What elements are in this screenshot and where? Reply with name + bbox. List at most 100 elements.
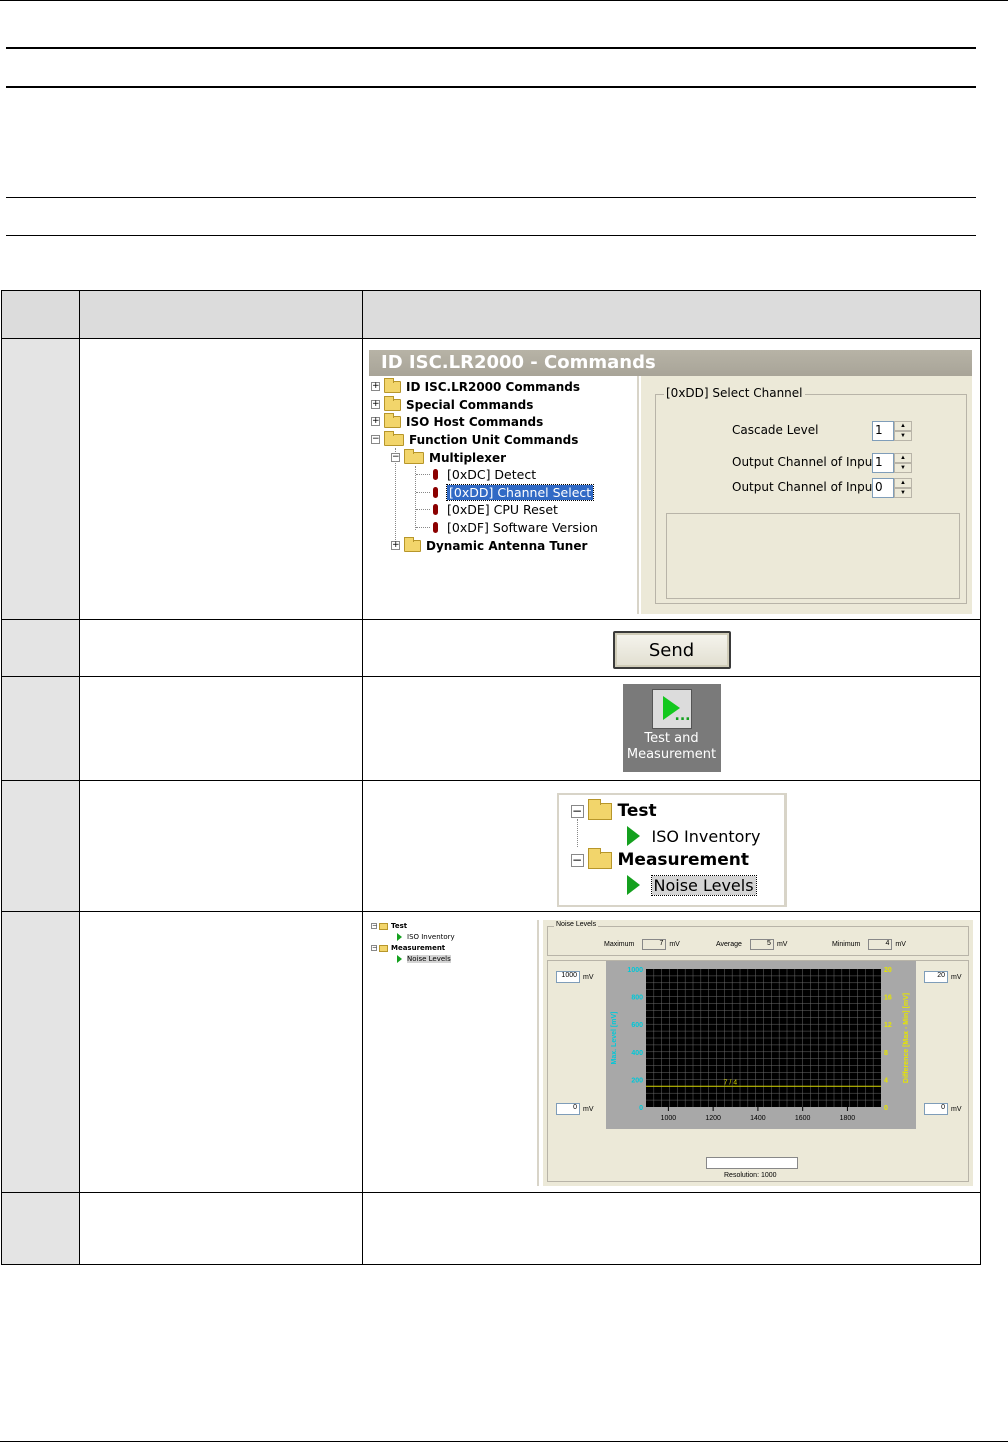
output-channel-1-value[interactable]: 1 (872, 453, 894, 473)
x-tick-label: 1800 (840, 1115, 856, 1122)
output-channel-2-value[interactable]: 0 (872, 478, 894, 498)
tree-label: Measurement (617, 850, 750, 870)
tree-item-noise-levels[interactable]: Noise Levels (397, 955, 451, 963)
unit-label: mV (951, 973, 962, 981)
action-cell-4 (79, 780, 363, 912)
command-icon (433, 522, 438, 533)
right-max-value[interactable]: 20 (924, 971, 948, 983)
tree-item-test[interactable]: − Test (570, 798, 657, 821)
command-icon (433, 504, 438, 515)
left-min-value[interactable]: 0 (556, 1103, 580, 1115)
play-icon (626, 875, 640, 895)
tree-item-channel-select[interactable]: [0xDD] Channel Select (433, 484, 595, 501)
stat-label: Minimum (832, 941, 861, 948)
commands-tree: + ID ISC.LR2000 Commands + Special Comma… (369, 376, 639, 614)
tree-connector (415, 466, 416, 530)
command-icon (433, 487, 438, 498)
resolution-label: Resolution: 1000 (724, 1172, 777, 1179)
tree-item-special-commands[interactable]: + Special Commands (371, 395, 533, 413)
stat-value: 7 (642, 939, 667, 950)
stat-label: Maximum (604, 941, 635, 948)
folder-icon (384, 395, 401, 411)
spin-down-icon[interactable]: ▼ (894, 431, 912, 441)
collapse-icon[interactable]: − (570, 853, 584, 867)
play-icon (397, 955, 402, 963)
action-cell-1 (79, 338, 363, 620)
tree-item-software-version[interactable]: [0xDF] Software Version (433, 519, 598, 536)
tree-item-cpu-reset[interactable]: [0xDE] CPU Reset (433, 501, 558, 518)
open-folder-icon (384, 430, 404, 446)
cascade-level-label: Cascade Level (732, 423, 819, 437)
resolution-slider[interactable] (706, 1157, 798, 1169)
step-cell-5 (1, 911, 80, 1193)
expand-icon[interactable]: + (371, 382, 380, 391)
y-tick-label: 400 (631, 1050, 643, 1057)
open-folder-icon (587, 847, 612, 869)
y2-tick-label: 16 (884, 995, 892, 1002)
test-measurement-button[interactable]: Test and Measurement (622, 684, 721, 772)
tree-item-detect[interactable]: [0xDC] Detect (433, 466, 536, 483)
header-col-step (1, 290, 80, 339)
commands-window: ID ISC.LR2000 - Commands + ID ISC.LR2000… (369, 350, 972, 614)
tree-item-dynamic-antenna-tuner[interactable]: + Dynamic Antenna Tuner (391, 536, 587, 554)
tree-item-iso-inventory[interactable]: ISO Inventory (397, 933, 455, 941)
step-cell-3 (1, 676, 80, 781)
tree-connector (416, 509, 430, 510)
spin-up-icon[interactable]: ▲ (894, 478, 912, 488)
y2-tick-label: 12 (884, 1022, 892, 1029)
expand-icon[interactable]: + (371, 400, 380, 409)
tree-label: Noise Levels (407, 955, 451, 963)
tree-item-iso-inventory[interactable]: ISO Inventory (626, 826, 760, 846)
collapse-icon[interactable]: − (371, 435, 380, 444)
tree-item-measurement[interactable]: − Measurement (371, 944, 445, 952)
send-button[interactable]: Send (612, 631, 731, 669)
left-min-field[interactable]: 0 mV (556, 1103, 594, 1115)
left-max-value[interactable]: 1000 (556, 971, 580, 983)
output-channel-1-stepper[interactable]: 1 ▲ ▼ (872, 453, 914, 473)
tree-item-id-commands[interactable]: + ID ISC.LR2000 Commands (371, 377, 580, 395)
test-measurement-label-1: Test and (644, 731, 699, 746)
folder-icon (379, 944, 388, 952)
tree-item-test[interactable]: − Test (371, 922, 407, 930)
unit-label: mV (951, 1105, 962, 1113)
collapse-icon[interactable]: − (570, 804, 584, 818)
tree-item-function-unit-commands[interactable]: − Function Unit Commands (371, 430, 578, 448)
tree-item-iso-host-commands[interactable]: + ISO Host Commands (371, 412, 543, 430)
action-cell-3 (79, 676, 363, 781)
select-channel-group: [0xDD] Select Channel Cascade Level 1 ▲ ▼… (655, 386, 967, 604)
right-max-field[interactable]: 20 mV (924, 971, 962, 983)
left-max-field[interactable]: 1000 mV (556, 971, 594, 983)
tree-item-multiplexer[interactable]: − Multiplexer (391, 448, 506, 466)
header-col-action (79, 290, 363, 339)
right-min-value[interactable]: 0 (924, 1103, 948, 1115)
tree-item-measurement[interactable]: − Measurement (570, 847, 750, 870)
spin-up-icon[interactable]: ▲ (894, 453, 912, 463)
spin-up-icon[interactable]: ▲ (894, 421, 912, 431)
cascade-level-stepper[interactable]: 1 ▲ ▼ (872, 421, 914, 441)
output-channel-1-label: Output Channel of Input 1 (732, 455, 889, 469)
header-rule-1 (6, 47, 976, 49)
output-channel-2-stepper[interactable]: 0 ▲ ▼ (872, 478, 914, 498)
tree-label: ISO Inventory (407, 933, 455, 941)
expand-icon[interactable]: + (371, 417, 380, 426)
screenshot-cell-6 (362, 1192, 981, 1265)
spin-down-icon[interactable]: ▼ (894, 488, 912, 498)
spin-down-icon[interactable]: ▼ (894, 463, 912, 473)
cascade-level-value[interactable]: 1 (872, 421, 894, 441)
group-label: Noise Levels (554, 921, 599, 928)
screenshot-cell-2: Send (362, 619, 981, 677)
screenshot-cell-5: − Test ISO Inventory − Measurement Noise L… (362, 911, 981, 1193)
expand-icon[interactable]: + (391, 541, 400, 550)
screenshot-cell-4: − Test ISO Inventory − Measurement Noise… (362, 780, 981, 912)
noise-stats-group: Noise Levels Maximum 7 mV Average 5 mV Minim… (547, 921, 969, 956)
send-button-label: Send (648, 639, 695, 661)
folder-icon (379, 922, 388, 930)
tree-item-noise-levels[interactable]: Noise Levels (626, 874, 757, 896)
step-cell-4 (1, 780, 80, 912)
x-tick-label: 1600 (795, 1115, 811, 1122)
right-min-field[interactable]: 0 mV (924, 1103, 962, 1115)
play-icon (651, 689, 692, 729)
y2-tick-label: 20 (884, 967, 892, 974)
collapse-icon[interactable]: − (391, 453, 400, 462)
stat-value: 4 (868, 939, 893, 950)
